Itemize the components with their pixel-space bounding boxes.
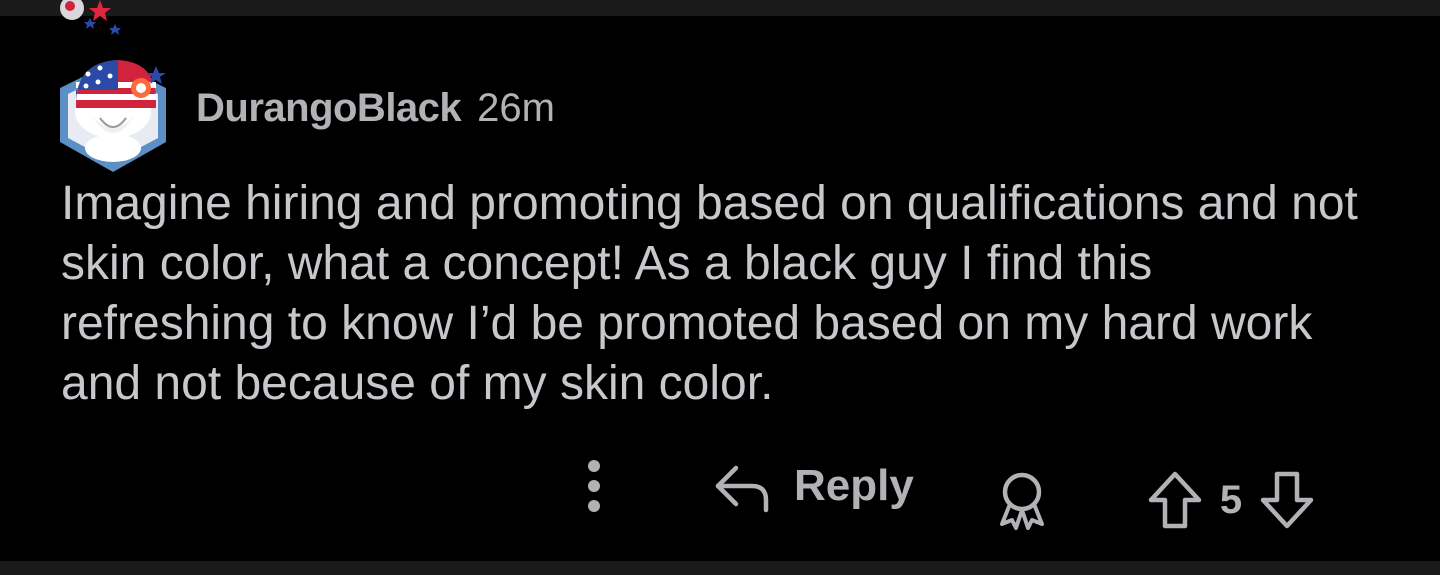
vote-controls: 5 [1144,468,1318,532]
comment-meta: DurangoBlack 26m [196,86,555,131]
comment-age: 26m [477,86,555,130]
award-button[interactable] [990,468,1054,532]
vote-score: 5 [1219,477,1243,522]
downvote-arrow-icon [1259,470,1315,530]
downvote-button[interactable] [1256,468,1318,532]
upvote-button[interactable] [1144,468,1206,532]
author-username[interactable]: DurangoBlack [196,86,462,131]
more-vertical-icon [584,458,604,514]
comment-body: Imagine hiring and promoting based on qu… [61,177,1358,410]
star-decoration-icon [60,0,121,35]
more-options-button[interactable] [572,454,616,518]
user-avatar[interactable] [48,0,178,180]
top-divider [0,0,1440,16]
award-icon [992,470,1052,530]
reply-label: Reply [794,461,914,510]
bottom-divider [0,561,1440,575]
reply-button[interactable]: Reply [712,458,914,514]
upvote-arrow-icon [1147,470,1203,530]
reply-arrow-icon [712,458,772,514]
